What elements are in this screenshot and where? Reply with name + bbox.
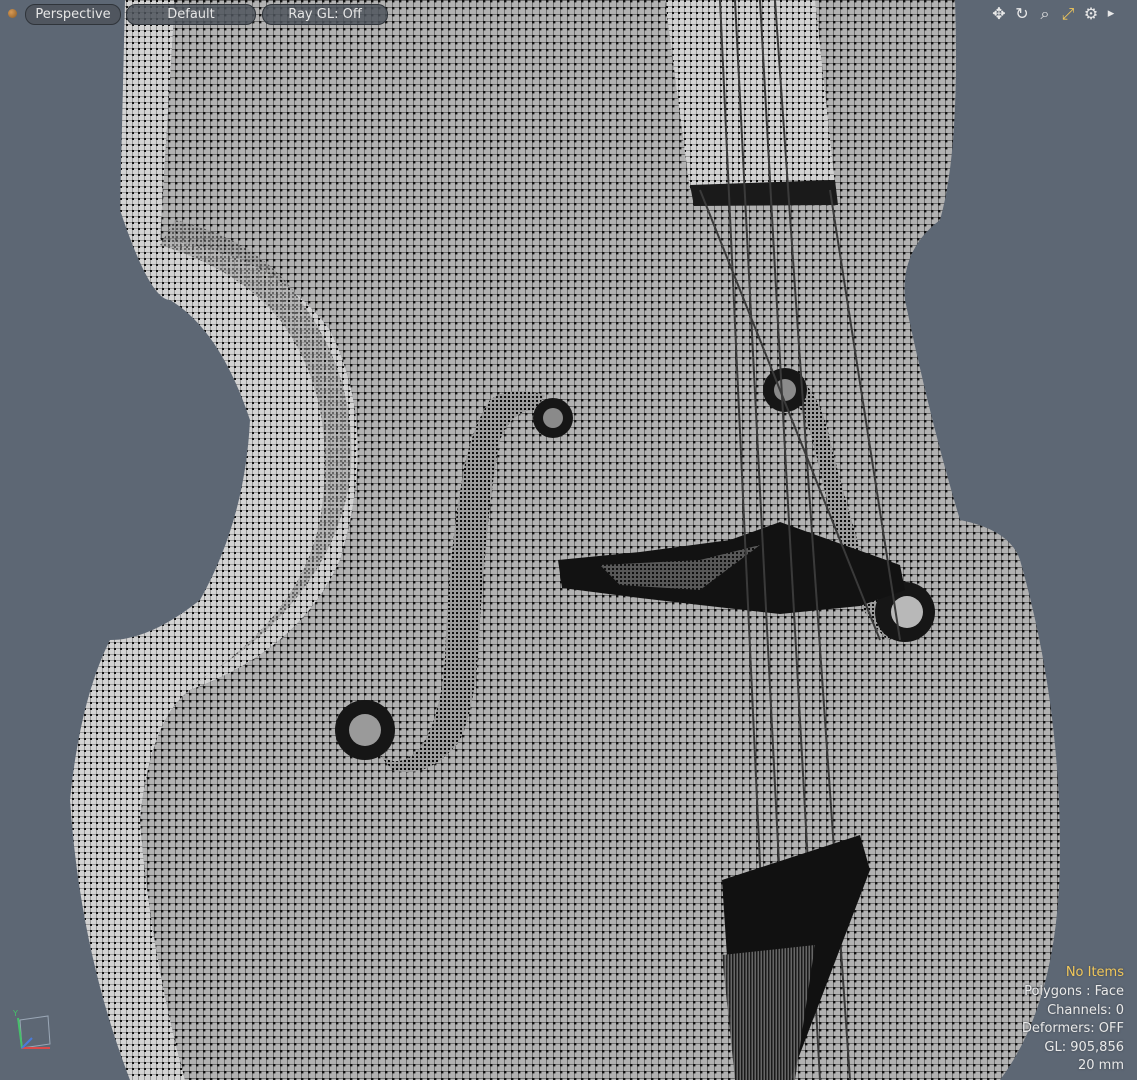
ray-gl-dropdown[interactable]: Ray GL: Off: [262, 4, 388, 25]
viewport-toolbar: Perspective Default Ray GL: Off ✥ ↻ ⌕ ⤢ …: [0, 0, 1137, 28]
channels-count: Channels: 0: [1047, 1002, 1124, 1018]
rotate-view-icon[interactable]: ↻: [1012, 4, 1032, 24]
viewport-info: No Items Polygons : Face Channels: 0 Def…: [1022, 964, 1124, 1076]
move-view-icon[interactable]: ✥: [989, 4, 1009, 24]
y-axis-label: Y: [12, 1009, 18, 1018]
polygons-mode: Polygons : Face: [1024, 984, 1124, 1000]
viewport-options-icon[interactable]: [8, 9, 17, 18]
fit-view-icon[interactable]: ⤢: [1058, 4, 1078, 24]
fingerboard-mesh: [665, 0, 835, 190]
viewport-canvas[interactable]: [0, 0, 1137, 1080]
instrument-mesh[interactable]: [70, 0, 1060, 1080]
zoom-view-icon[interactable]: ⌕: [1035, 4, 1055, 24]
view-type-dropdown[interactable]: Perspective: [25, 4, 121, 25]
view-controls: ✥ ↻ ⌕ ⤢ ⚙ ▸: [989, 4, 1119, 24]
selection-status: No Items: [1065, 965, 1124, 981]
axis-gizmo: Y: [10, 1008, 60, 1058]
shading-dropdown[interactable]: Default: [126, 4, 256, 25]
expand-arrow-icon[interactable]: ▸: [1101, 4, 1121, 24]
gl-polycount: GL: 905,856: [1044, 1039, 1124, 1055]
grid-unit: 20 mm: [1077, 1058, 1124, 1074]
deformers-status: Deformers: OFF: [1021, 1021, 1124, 1037]
gear-icon[interactable]: ⚙: [1081, 4, 1101, 24]
3d-viewport[interactable]: [0, 0, 1137, 1080]
